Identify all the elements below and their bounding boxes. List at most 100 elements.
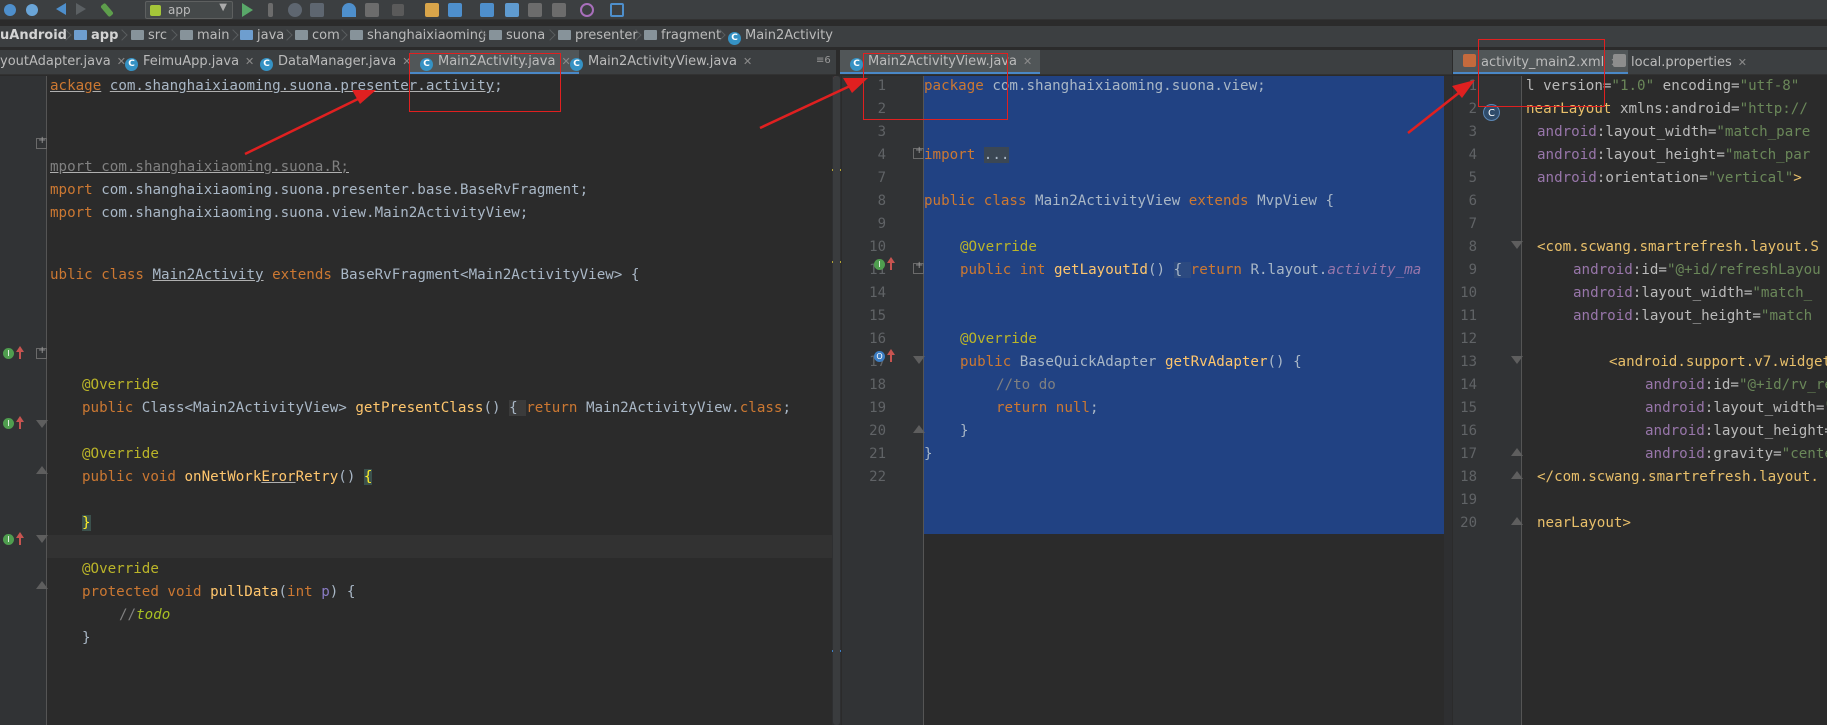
fold-toggle[interactable] [1511,470,1523,481]
tab-local-properties[interactable]: local.properties ✕ [1613,50,1747,74]
gutter-divider [1521,76,1522,725]
breadcrumb-item-shanghaixiaoming[interactable]: shanghaixiaoming [350,28,486,43]
override-up-icon[interactable] [887,349,895,363]
code-token: mport [50,182,93,198]
fold-toggle[interactable] [36,534,48,545]
refresh-icon[interactable] [26,4,38,16]
breadcrumb-item-main2activity[interactable]: C Main2Activity [728,28,833,45]
fold-toggle[interactable] [36,345,47,359]
profiler-icon[interactable] [365,3,379,17]
run-icon[interactable] [242,3,253,17]
fold-toggle[interactable] [1511,516,1523,527]
left-scrollbar[interactable] [832,76,841,725]
forward-icon[interactable] [76,3,86,15]
implements-icon[interactable]: I [3,534,14,545]
fold-toggle[interactable] [36,580,48,591]
close-icon[interactable]: ✕ [245,55,254,68]
attach-debugger-icon[interactable] [310,3,324,17]
fold-toggle[interactable] [1511,355,1523,366]
line-number: 15 [1460,400,1477,416]
stop-icon[interactable] [392,4,404,16]
breadcrumb-item-com[interactable]: com [295,28,340,43]
breadcrumb-item-main[interactable]: main [180,28,229,43]
close-icon[interactable]: ✕ [1023,55,1032,68]
code-token: public int [960,262,1046,278]
override-up-icon[interactable] [16,346,24,360]
tab-feimu-app[interactable]: C FeimuApp.java ✕ [125,50,254,74]
implements-icon[interactable]: I [3,348,14,359]
fold-toggle[interactable] [1511,240,1523,251]
middle-scrollbar[interactable] [1444,76,1452,725]
override-up-icon[interactable] [16,416,24,430]
override-method-icon[interactable]: O [874,351,885,362]
code-token: getRvAdapter [1165,354,1268,370]
right-editor[interactable]: 1 2 3 4 5 6 7 8 9 10 11 12 13 14 15 16 1… [1453,76,1827,725]
sdk-manager-icon[interactable] [448,3,462,17]
breadcrumb-item-fragment[interactable]: fragment [644,28,721,43]
code-token: android [1645,377,1705,393]
line-number: 10 [869,239,886,255]
code-token: return [1190,262,1242,278]
tab-label: youtAdapter.java [0,54,111,69]
java-class-icon: C [850,58,863,71]
override-up-icon[interactable] [16,532,24,546]
apply-changes-icon[interactable] [268,3,273,17]
git-push-icon[interactable] [552,3,566,17]
run-config-select[interactable]: app ▼ [145,1,233,19]
fold-toggle[interactable] [913,260,924,274]
middle-editor[interactable]: 1 2 3 4 7 8 9 10 11 14 15 16 17 18 19 20… [842,76,1452,725]
git-commit-icon[interactable] [528,3,542,17]
build-icon[interactable] [100,2,114,18]
code-line-10: } [82,512,91,535]
back-icon[interactable] [56,3,66,15]
breadcrumb-item-src[interactable]: src [131,28,167,43]
sync-icon[interactable] [4,4,16,16]
fold-toggle[interactable] [36,465,48,476]
more-tabs-indicator[interactable]: ≡6 [816,55,831,66]
code-token: import [924,147,976,163]
layout-inspector-icon[interactable] [610,3,624,17]
breadcrumb-item-java[interactable]: java [240,28,284,43]
code-line-13: //todo [119,604,170,627]
fold-toggle[interactable] [913,355,925,366]
line-number: 8 [877,193,886,209]
revert-icon[interactable] [580,3,594,17]
close-icon[interactable]: ✕ [743,55,752,68]
highlight-box-xml-tab [1478,39,1605,107]
implements-icon[interactable]: I [3,418,14,429]
breadcrumb-item-app[interactable]: app [74,28,118,43]
tab-main2activity-view[interactable]: C Main2ActivityView.java ✕ [570,50,752,74]
fold-toggle[interactable] [36,419,48,430]
implements-icon[interactable]: I [874,259,885,270]
tab-label: local.properties [1631,55,1732,70]
tab-data-manager[interactable]: C DataManager.java ✕ [260,50,411,74]
tab-layout-adapter[interactable]: youtAdapter.java ✕ [0,50,126,74]
scroll-thumb[interactable] [833,76,840,725]
code-token: public [82,400,134,416]
breadcrumb-item-suona[interactable]: suona [489,28,545,43]
breadcrumb-separator [118,26,126,48]
fold-toggle[interactable] [1511,447,1523,458]
code-token: int [287,584,313,600]
override-up-icon[interactable] [887,257,895,271]
close-icon[interactable]: ✕ [1738,56,1747,69]
code-token: "match_pare [1716,124,1811,140]
breadcrumb-item-project[interactable]: uAndroid [0,28,67,43]
main-toolbar: app ▼ [0,0,1827,20]
line-number: 21 [869,446,886,462]
left-editor[interactable]: I I I ackage com.shanghaixiaoming.suona.… [0,76,832,725]
fold-toggle[interactable] [913,424,925,435]
debug-icon[interactable] [288,3,302,17]
fold-toggle[interactable] [913,145,924,159]
line-number: 18 [869,377,886,393]
code-token: class [739,400,783,416]
fold-toggle[interactable] [36,135,47,149]
git-update-icon[interactable] [505,3,519,17]
breadcrumb-separator [229,26,237,48]
highlight-box-package-line [409,53,561,112]
breadcrumb-item-presenter[interactable]: presenter [558,28,638,43]
project-structure-icon[interactable] [480,3,494,17]
avd-manager-icon[interactable] [425,3,439,17]
line-number: 1 [1468,78,1477,94]
profile-icon[interactable] [342,3,356,17]
